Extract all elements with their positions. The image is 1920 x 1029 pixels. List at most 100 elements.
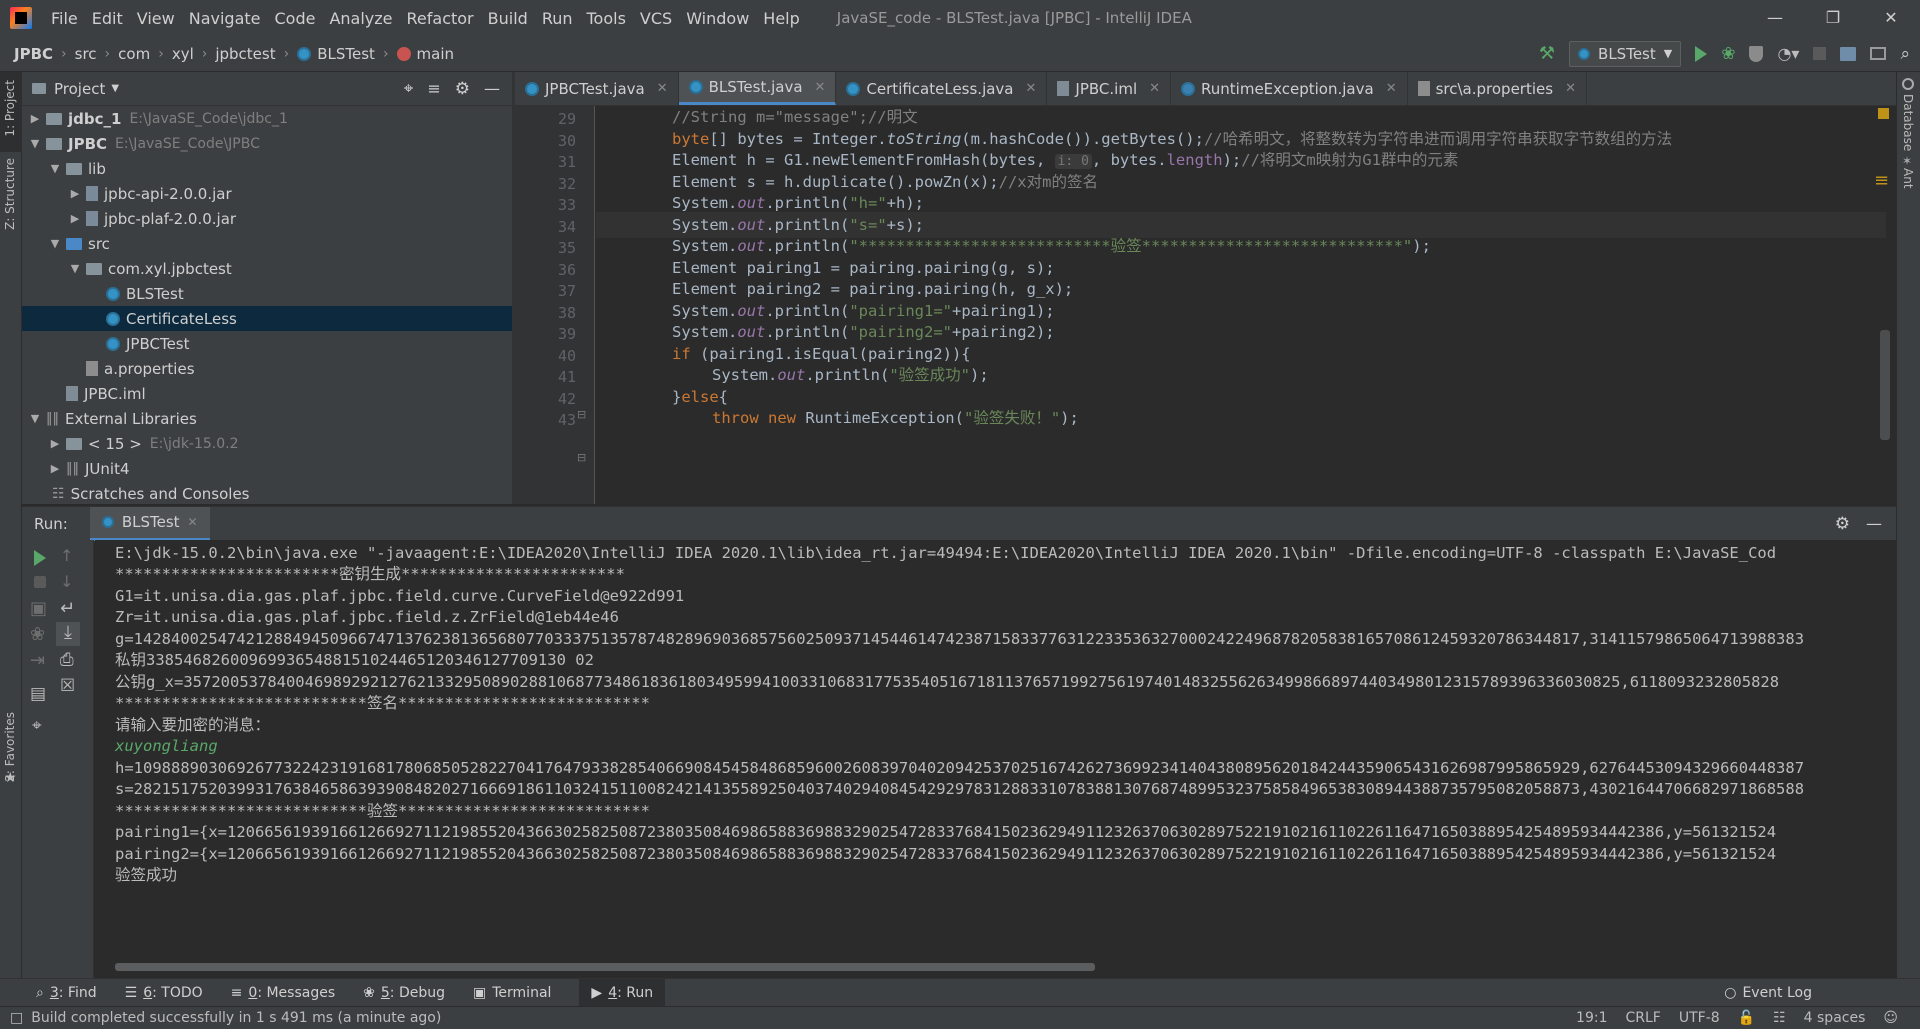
breadcrumb-xyl[interactable]: xyl <box>172 45 194 63</box>
tree-node-src[interactable]: ▼ src <box>48 231 110 256</box>
status-message[interactable]: Build completed successfully in 1 s 491 … <box>31 1010 441 1026</box>
breadcrumb-com[interactable]: com <box>118 45 150 63</box>
structure-tool-tab-label[interactable]: Z: Structure <box>3 158 17 230</box>
breadcrumb-class[interactable]: BLSTest <box>317 45 375 63</box>
locate-file-icon[interactable]: ⌖ <box>404 79 414 99</box>
file-encoding[interactable]: UTF-8 <box>1679 1010 1720 1026</box>
minimize-icon[interactable]: — <box>1746 0 1804 36</box>
tree-node-external-libraries[interactable]: ▼ ‖‖ External Libraries <box>28 406 197 431</box>
coverage-shield-icon[interactable] <box>1749 45 1764 62</box>
tree-node-certificateless[interactable]: CertificateLess <box>22 306 512 331</box>
chevron-right-icon[interactable]: ▶ <box>48 437 62 450</box>
run-tool-tab[interactable]: ▶ 4: Run <box>579 978 666 1007</box>
chevron-down-icon[interactable]: ▼ <box>48 162 62 175</box>
restore-icon[interactable]: ❐ <box>1804 0 1862 36</box>
menu-code[interactable]: Code <box>268 9 323 28</box>
close-tab-icon[interactable]: ✕ <box>1026 81 1037 96</box>
menu-tools[interactable]: Tools <box>580 9 633 28</box>
search-icon[interactable]: ⌕ <box>1900 44 1910 64</box>
indent-setting[interactable]: 4 spaces <box>1804 1010 1866 1026</box>
breadcrumb-method[interactable]: main <box>417 45 454 63</box>
menu-analyze[interactable]: Analyze <box>322 9 399 28</box>
chevron-right-icon[interactable]: ▶ <box>68 212 82 225</box>
close-tab-icon[interactable]: ✕ <box>1386 81 1397 96</box>
presentation-icon[interactable] <box>1870 47 1887 60</box>
run-tab-blstest[interactable]: BLSTest ✕ <box>89 506 210 541</box>
tab-blstest[interactable]: BLSTest.java ✕ <box>678 72 837 105</box>
arrow-up-icon[interactable]: ↑ <box>60 546 73 565</box>
lock-icon[interactable]: 🔓 <box>1738 1010 1755 1026</box>
chevron-down-icon[interactable]: ▼ <box>68 262 82 275</box>
caret-position[interactable]: 19:1 <box>1576 1010 1607 1026</box>
close-tab-icon[interactable]: ✕ <box>188 515 198 529</box>
tab-runtimeexception[interactable]: RuntimeException.java ✕ <box>1171 72 1408 105</box>
event-log-tool-tab[interactable]: ○ Event Log <box>1724 985 1892 1001</box>
terminal-tool-tab[interactable]: ▣ Terminal <box>473 985 551 1001</box>
tab-jpbc-iml[interactable]: JPBC.iml ✕ <box>1047 72 1172 105</box>
ant-tool-tab-label[interactable]: Ant <box>1901 168 1915 189</box>
debug-bug-icon[interactable]: ❀ <box>1721 44 1735 64</box>
menu-window[interactable]: Window <box>679 9 756 28</box>
stop-icon[interactable] <box>34 576 46 588</box>
database-tool-tab-label[interactable]: Database <box>1901 94 1915 151</box>
fold-marker-icon[interactable]: ⊟ <box>577 451 586 464</box>
menu-navigate[interactable]: Navigate <box>182 9 268 28</box>
tree-node-jdk[interactable]: ▶ < 15 > E:\jdk-15.0.2 <box>48 431 239 456</box>
menu-refactor[interactable]: Refactor <box>400 9 481 28</box>
editor-scrollbar[interactable] <box>1880 330 1890 440</box>
run-icon[interactable] <box>1695 45 1708 62</box>
soft-wrap-icon[interactable]: ↵ <box>60 598 75 619</box>
rerun-icon[interactable] <box>34 550 46 566</box>
close-tab-icon[interactable]: ✕ <box>657 81 668 96</box>
breadcrumb-src[interactable]: src <box>75 45 97 63</box>
tree-node-jpbctest[interactable]: JPBCTest <box>102 331 190 356</box>
layout-icon[interactable]: ▤ <box>30 684 46 704</box>
close-tab-icon[interactable]: ✕ <box>815 80 826 95</box>
tree-node-package[interactable]: ▼ com.xyl.jpbctest <box>68 256 232 281</box>
hide-panel-icon[interactable]: — <box>484 79 500 98</box>
menu-view[interactable]: View <box>130 9 182 28</box>
gear-icon[interactable]: ⚙ <box>1835 514 1850 534</box>
project-tool-tab-label[interactable]: 1: Project <box>3 80 17 137</box>
gear-icon[interactable]: ⚙ <box>455 79 470 99</box>
status-message-icon[interactable]: □ <box>10 1010 23 1026</box>
error-stripe-mark[interactable]: ≡ <box>1874 170 1889 191</box>
todo-tool-tab[interactable]: ☰ 6: TODO <box>125 985 203 1001</box>
menu-run[interactable]: Run <box>535 9 580 28</box>
tree-node-jpbc-api-jar[interactable]: ▶ jpbc-api-2.0.0.jar <box>68 181 232 206</box>
tab-certificateless[interactable]: CertificateLess.java ✕ <box>836 72 1048 105</box>
camera-icon[interactable]: ▣ <box>30 598 47 619</box>
chevron-right-icon[interactable]: ▶ <box>48 462 62 475</box>
git-icon[interactable]: ☷ <box>1773 1010 1786 1026</box>
stop-icon[interactable] <box>1813 47 1827 60</box>
breadcrumb-jpbctest[interactable]: jpbctest <box>215 45 275 63</box>
chevron-right-icon[interactable]: ▶ <box>28 112 42 125</box>
inspection-warning-icon[interactable] <box>1878 108 1889 119</box>
tab-a-properties[interactable]: src\a.properties ✕ <box>1408 72 1587 105</box>
close-tab-icon[interactable]: ✕ <box>1149 81 1160 96</box>
chevron-down-icon[interactable]: ▼ <box>28 137 42 150</box>
find-tool-tab[interactable]: ⌕ 3: Find <box>36 985 97 1001</box>
hide-panel-icon[interactable]: — <box>1866 514 1882 533</box>
print-icon[interactable]: ⎙ <box>60 650 74 670</box>
line-number-gutter[interactable]: 29 30 31 32 33 34 35 36 37 38 39 40 41 4… <box>515 106 595 504</box>
chevron-down-icon[interactable]: ▼ <box>111 83 119 94</box>
close-tab-icon[interactable]: ✕ <box>1565 81 1576 96</box>
tree-node-blstest[interactable]: BLSTest <box>102 281 184 306</box>
tree-node-properties[interactable]: a.properties <box>82 356 195 381</box>
pin-icon[interactable]: ⌖ <box>32 716 42 736</box>
console-horizontal-scrollbar[interactable] <box>115 963 1095 971</box>
profiler-icon[interactable]: ◔▾ <box>1777 44 1799 63</box>
messages-tool-tab[interactable]: ≡ 0: Messages <box>231 985 335 1001</box>
project-structure-icon[interactable] <box>1840 46 1857 61</box>
tree-node-jpbc-plaf-jar[interactable]: ▶ jpbc-plaf-2.0.0.jar <box>68 206 236 231</box>
tree-node-lib[interactable]: ▼ lib <box>48 156 106 181</box>
tree-node-scratches[interactable]: ☷ Scratches and Consoles <box>48 481 250 504</box>
menu-file[interactable]: File <box>44 9 85 28</box>
trash-icon[interactable]: ☒ <box>60 676 75 696</box>
close-icon[interactable]: ✕ <box>1862 0 1920 36</box>
scroll-to-end-icon[interactable]: ⤓ <box>56 622 80 646</box>
line-separator[interactable]: CRLF <box>1625 1010 1660 1026</box>
debug-tool-tab[interactable]: ❀ 5: Debug <box>363 985 445 1001</box>
arrow-down-icon[interactable]: ↓ <box>60 572 73 591</box>
